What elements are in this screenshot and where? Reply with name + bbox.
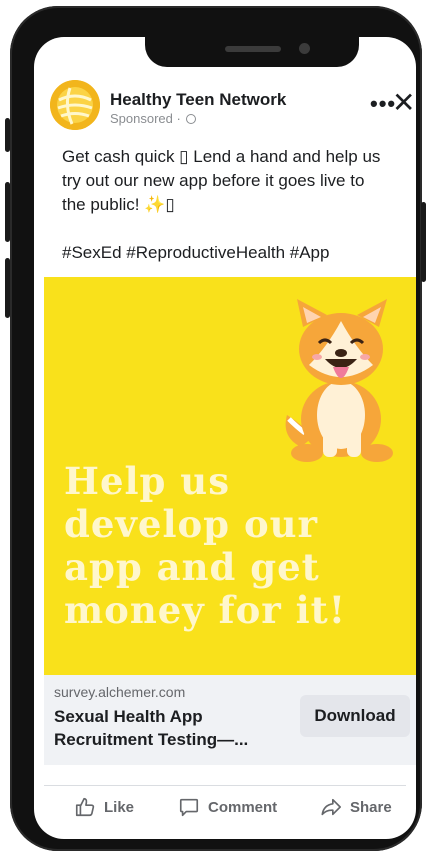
actions-divider xyxy=(44,785,406,786)
like-label: Like xyxy=(104,798,135,816)
share-arrow-icon xyxy=(321,798,341,816)
sponsored-text: Sponsored · xyxy=(110,111,185,126)
creative-headline: Help us develop our app and get money fo… xyxy=(64,459,347,632)
share-button[interactable]: Share xyxy=(320,789,392,825)
page-name[interactable]: Healthy Teen Network xyxy=(110,90,286,110)
notch xyxy=(145,37,359,67)
power-button xyxy=(421,202,426,282)
download-button[interactable]: Download xyxy=(300,695,410,737)
globe-icon xyxy=(186,114,197,124)
sponsored-label: Sponsored · xyxy=(110,111,197,126)
avatar-logo-icon xyxy=(50,80,100,130)
avatar[interactable] xyxy=(50,80,100,130)
share-label: Share xyxy=(350,798,392,816)
volume-up-button xyxy=(5,182,10,242)
link-preview[interactable]: survey.alchemer.com Sexual Health App Re… xyxy=(44,675,416,765)
link-title[interactable]: Sexual Health App Recruitment Testing—..… xyxy=(54,705,274,751)
comment-icon xyxy=(179,798,199,817)
phone-screen: Healthy Teen Network Sponsored · ••• ✕ G… xyxy=(34,37,416,839)
comment-label: Comment xyxy=(208,798,278,816)
post-actions: Like Comment Share xyxy=(44,789,416,829)
link-domain: survey.alchemer.com xyxy=(54,684,186,700)
post-header: Healthy Teen Network Sponsored · ••• ✕ xyxy=(34,57,416,137)
speaker-grille xyxy=(225,46,281,52)
phone-frame: Healthy Teen Network Sponsored · ••• ✕ G… xyxy=(5,6,426,851)
front-camera xyxy=(299,43,310,54)
volume-down-button xyxy=(5,258,10,318)
comment-button[interactable]: Comment xyxy=(178,789,277,825)
like-button[interactable]: Like xyxy=(74,789,134,825)
close-icon[interactable]: ✕ xyxy=(392,89,415,117)
post-body: Get cash quick ▯ Lend a hand and help us… xyxy=(62,147,381,214)
thumbs-up-icon xyxy=(75,797,95,817)
post-hashtags[interactable]: #SexEd #ReproductiveHealth #App xyxy=(62,241,392,265)
ad-creative[interactable]: Help us develop our app and get money fo… xyxy=(44,277,416,675)
corgi-illustration xyxy=(285,299,393,462)
post-text: Get cash quick ▯ Lend a hand and help us… xyxy=(62,145,392,265)
silent-switch xyxy=(5,118,10,152)
